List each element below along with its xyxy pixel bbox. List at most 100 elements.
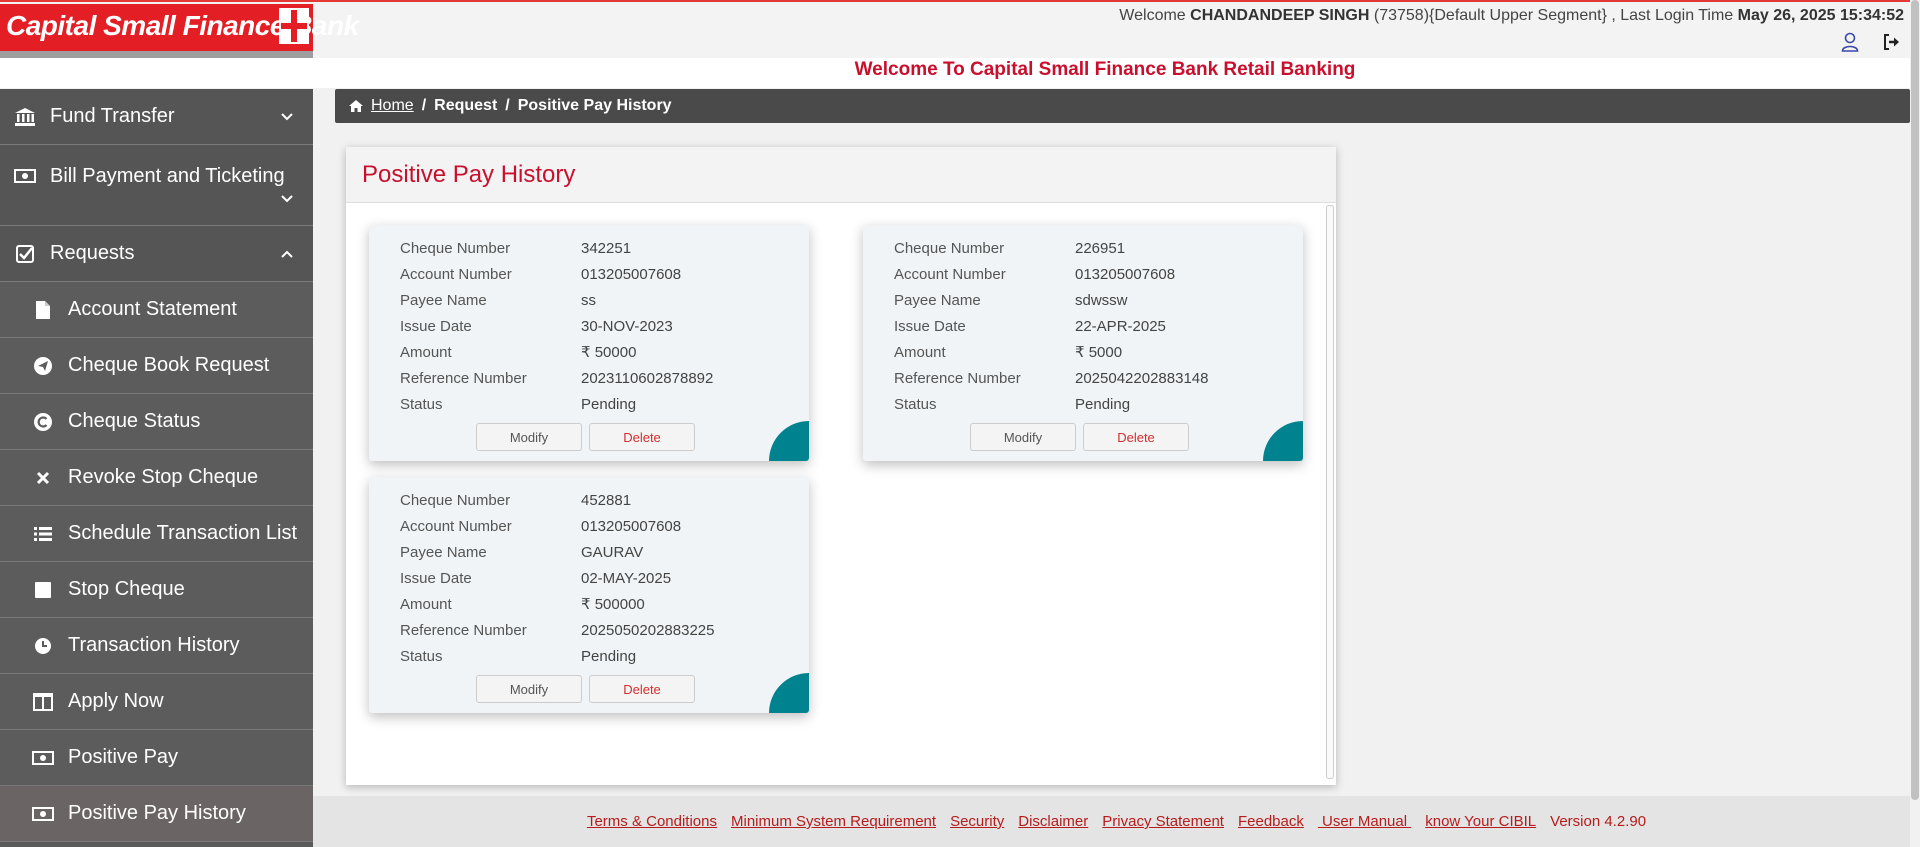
card-row-payee-name: Payee Name GAURAV [369, 539, 809, 565]
close-icon [32, 467, 54, 489]
amount-value: ₹ 50000 [581, 344, 637, 361]
sidebar-item-revoke-stop-cheque[interactable]: Revoke Stop Cheque [0, 450, 313, 506]
sidebar-item-cheque-status[interactable]: Cheque Status [0, 394, 313, 450]
account-number-value: 013205007608 [1075, 265, 1176, 283]
issue-date-value: 30-NOV-2023 [581, 317, 673, 335]
checkbox-icon [14, 243, 36, 265]
bank-icon [14, 106, 36, 128]
modify-button[interactable]: Modify [970, 423, 1076, 451]
breadcrumb: Home / Request / Positive Pay History [335, 89, 1910, 123]
card-row-amount: Amount ₹ 5000 [863, 339, 1303, 365]
sidebar-item-apply-now[interactable]: Apply Now [0, 674, 313, 730]
status-value: Pending [581, 395, 637, 413]
footer-link-privacy[interactable]: Privacy Statement [1102, 813, 1224, 830]
cheque-number-value: 226951 [1075, 239, 1126, 257]
breadcrumb-separator: / [421, 97, 427, 114]
clock-icon [32, 635, 54, 657]
sidebar-item-positive-pay-history[interactable]: Positive Pay History [0, 786, 313, 842]
welcome-line: Welcome CHANDANDEEP SINGH (73758){Defaul… [1119, 7, 1904, 25]
card-row-payee-name: Payee Name sdwssw [863, 287, 1303, 313]
field-label: Issue Date [894, 317, 966, 335]
field-label: Amount [894, 343, 946, 361]
cheque-card: Cheque Number 342251 Account Number 013205… [369, 225, 809, 461]
card-corner-decoration [769, 673, 809, 713]
page-scrollbar-thumb[interactable] [1911, 0, 1919, 800]
field-label: Issue Date [400, 317, 472, 335]
breadcrumb-request[interactable]: Request [434, 97, 497, 115]
footer-link-terms[interactable]: Terms & Conditions [587, 813, 717, 830]
sidebar-item-label: Apply Now [68, 690, 164, 712]
sidebar-item-positive-pay[interactable]: Positive Pay [0, 730, 313, 786]
page-scrollbar[interactable] [1910, 0, 1920, 847]
sidebar-item-label: Positive Pay [68, 746, 179, 768]
modify-button[interactable]: Modify [476, 423, 582, 451]
footer-link-user-manual[interactable]: User Manual [1318, 813, 1411, 830]
money-icon [32, 803, 54, 825]
sidebar-item-transaction-history[interactable]: Transaction History [0, 618, 313, 674]
logout-icon[interactable] [1882, 32, 1902, 52]
sidebar-item-label: Stop Cheque [68, 578, 185, 600]
delete-button[interactable]: Delete [589, 675, 695, 703]
sidebar-item-label: Positive Pay History [68, 802, 246, 824]
field-label: Payee Name [894, 291, 981, 309]
money-icon [32, 747, 54, 769]
sidebar-item-cheque-book-request[interactable]: Cheque Book Request [0, 338, 313, 394]
footer-link-disclaimer[interactable]: Disclaimer [1018, 813, 1088, 830]
card-row-issue-date: Issue Date 02-MAY-2025 [369, 565, 809, 591]
modify-button[interactable]: Modify [476, 675, 582, 703]
card-row-status: Status Pending [369, 391, 809, 417]
reference-number-value: 2023110602878892 [581, 369, 714, 387]
reference-number-value: 2025042202883148 [1075, 369, 1209, 387]
issue-date-value: 02-MAY-2025 [581, 569, 672, 587]
panel-scrollbar[interactable] [1326, 205, 1334, 779]
footer-link-feedback[interactable]: Feedback [1238, 813, 1304, 830]
copyright-icon [32, 411, 54, 433]
sidebar-item-stop-cheque[interactable]: Stop Cheque [0, 562, 313, 618]
bank-logo[interactable]: Capital Small Finance Bank [0, 4, 359, 59]
welcome-prefix: Welcome [1119, 7, 1186, 24]
chevron-down-icon [281, 113, 293, 121]
card-corner-decoration [1263, 421, 1303, 461]
card-row-amount: Amount ₹ 50000 [369, 339, 809, 365]
sidebar-item-schedule-transaction-list[interactable]: Schedule Transaction List [0, 506, 313, 562]
footer-link-cibil[interactable]: know Your CIBIL [1425, 813, 1536, 830]
sidebar-item-account-statement[interactable]: Account Statement [0, 282, 313, 338]
field-label: Cheque Number [894, 239, 1005, 257]
card-row-reference-number: Reference Number 2025042202883148 [863, 365, 1303, 391]
field-label: Status [400, 647, 443, 665]
breadcrumb-separator: / [505, 97, 510, 114]
sidebar-item-fund-transfer[interactable]: Fund Transfer [0, 89, 313, 145]
user-icon[interactable] [1840, 32, 1860, 52]
sidebar-item-requests[interactable]: Requests [0, 226, 313, 282]
field-label: Status [894, 395, 937, 413]
issue-date-value: 22-APR-2025 [1075, 317, 1166, 335]
field-label: Cheque Number [400, 239, 511, 257]
columns-icon [32, 691, 54, 713]
payee-name-value: ss [581, 291, 596, 309]
cheque-card: Cheque Number 452881 Account Number 013205… [369, 477, 809, 713]
send-icon [32, 355, 54, 377]
card-row-status: Status Pending [369, 643, 809, 669]
card-row-payee-name: Payee Name ss [369, 287, 809, 313]
welcome-banner-text: Welcome To Capital Small Finance Bank Re… [854, 59, 1356, 80]
footer: Terms & Conditions Minimum System Requir… [313, 796, 1920, 847]
cheque-number-value: 342251 [581, 239, 632, 257]
footer-link-min-system-req[interactable]: Minimum System Requirement [731, 813, 936, 830]
top-header: Capital Small Finance Bank Welcome CHAND… [0, 0, 1920, 59]
account-number-value: 013205007608 [581, 517, 682, 535]
delete-button[interactable]: Delete [1083, 423, 1189, 451]
list-icon [32, 523, 54, 545]
card-row-amount: Amount ₹ 500000 [369, 591, 809, 617]
reference-number-value: 2025050202883225 [581, 621, 715, 639]
field-label: Reference Number [400, 621, 527, 639]
footer-link-security[interactable]: Security [950, 813, 1004, 830]
last-login-time: May 26, 2025 15:34:52 [1737, 7, 1904, 24]
payee-name-value: GAURAV [581, 543, 644, 561]
field-label: Payee Name [400, 291, 487, 309]
status-value: Pending [581, 647, 637, 665]
user-name: CHANDANDEEP SINGH [1190, 7, 1370, 24]
breadcrumb-home-link[interactable]: Home [371, 97, 414, 115]
delete-button[interactable]: Delete [589, 423, 695, 451]
sidebar-item-label: Bill Payment and Ticketing [50, 165, 285, 187]
sidebar-item-bill-payment[interactable]: Bill Payment and Ticketing [0, 145, 313, 226]
